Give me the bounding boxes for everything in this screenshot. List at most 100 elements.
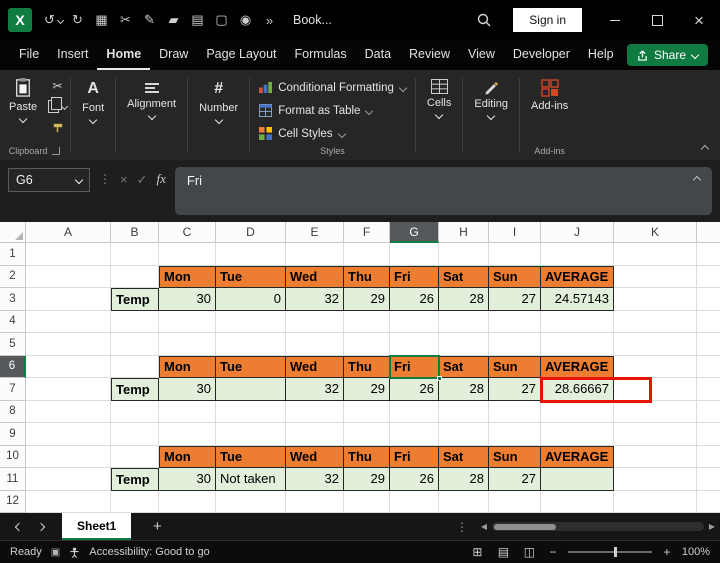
cell-H9[interactable] xyxy=(439,423,489,446)
cell-H10[interactable]: Sat xyxy=(439,445,489,468)
row-header-9[interactable]: 9 xyxy=(0,423,26,446)
cell-A6[interactable] xyxy=(26,355,111,378)
cell-A1[interactable] xyxy=(26,243,111,266)
cell-G3[interactable]: 26 xyxy=(390,288,439,311)
formula-input[interactable]: Fri xyxy=(174,167,712,215)
insert-function-icon[interactable]: fx xyxy=(157,171,166,187)
cell-I4[interactable] xyxy=(489,310,541,333)
cell-I5[interactable] xyxy=(489,333,541,356)
cell-F2[interactable]: Thu xyxy=(344,265,390,288)
cell-D4[interactable] xyxy=(216,310,286,333)
cell-C2[interactable]: Mon xyxy=(159,265,216,288)
cell-C6[interactable]: Mon xyxy=(159,355,216,378)
column-header-J[interactable]: J xyxy=(541,222,614,243)
cell-E6[interactable]: Wed xyxy=(286,355,344,378)
sheet-nav-right-icon[interactable] xyxy=(30,522,52,531)
cell-D10[interactable]: Tue xyxy=(216,445,286,468)
cell-K10[interactable] xyxy=(614,445,697,468)
cell-I6[interactable]: Sun xyxy=(489,355,541,378)
column-header-D[interactable]: D xyxy=(216,222,286,243)
cell-E9[interactable] xyxy=(286,423,344,446)
cell-F5[interactable] xyxy=(344,333,390,356)
page-layout-view-icon[interactable]: ▤ xyxy=(495,545,512,559)
horizontal-scrollbar-thumb[interactable] xyxy=(494,523,556,530)
name-box[interactable]: G6 xyxy=(8,168,90,192)
row-header-6[interactable]: 6 xyxy=(0,355,26,378)
cell-G6[interactable]: Fri xyxy=(390,355,439,378)
hscroll-right-arrow[interactable]: ▶ xyxy=(704,522,720,531)
cell-G10[interactable]: Fri xyxy=(390,445,439,468)
conditional-formatting-button[interactable]: Conditional Formatting xyxy=(259,77,408,98)
paste-button[interactable]: Paste xyxy=(2,75,44,124)
menu-tab-home[interactable]: Home xyxy=(97,40,151,70)
cell-G7[interactable]: 26 xyxy=(390,378,439,401)
cell-J7[interactable]: 28.66667 xyxy=(541,378,614,401)
cell-H6[interactable]: Sat xyxy=(439,355,489,378)
cell-G2[interactable]: Fri xyxy=(390,265,439,288)
cell-I11[interactable]: 27 xyxy=(489,468,541,491)
cell-C10[interactable]: Mon xyxy=(159,445,216,468)
horizontal-scrollbar[interactable] xyxy=(492,522,704,531)
cell-F11[interactable]: 29 xyxy=(344,468,390,491)
font-group-button[interactable]: A Font xyxy=(74,75,112,127)
row-header-2[interactable]: 2 xyxy=(0,265,26,288)
cell-G11[interactable]: 26 xyxy=(390,468,439,491)
cell-K9[interactable] xyxy=(614,423,697,446)
cell-E10[interactable]: Wed xyxy=(286,445,344,468)
cell-A7[interactable] xyxy=(26,378,111,401)
cell-A11[interactable] xyxy=(26,468,111,491)
cell-H11[interactable]: 28 xyxy=(439,468,489,491)
format-painter-button[interactable] xyxy=(52,121,64,134)
cell-E1[interactable] xyxy=(286,243,344,266)
cell-D7[interactable] xyxy=(216,378,286,401)
cell-C4[interactable] xyxy=(159,310,216,333)
cell-styles-button[interactable]: Cell Styles xyxy=(259,123,346,144)
cell-B9[interactable] xyxy=(111,423,159,446)
copy-button[interactable] xyxy=(48,97,69,113)
close-button[interactable]: × xyxy=(678,0,720,40)
cell-A10[interactable] xyxy=(26,445,111,468)
row-header-8[interactable]: 8 xyxy=(0,400,26,423)
cell-G8[interactable] xyxy=(390,400,439,423)
format-as-table-button[interactable]: Format as Table xyxy=(259,100,374,121)
cell-I3[interactable]: 27 xyxy=(489,288,541,311)
cell-C1[interactable] xyxy=(159,243,216,266)
cell-F10[interactable]: Thu xyxy=(344,445,390,468)
name-box-splitter[interactable]: ⋮ xyxy=(99,172,111,186)
cell-B11[interactable]: Temp xyxy=(111,468,159,491)
cell-B7[interactable]: Temp xyxy=(111,378,159,401)
cells-group-button[interactable]: Cells xyxy=(419,75,459,122)
alignment-group-button[interactable]: Alignment xyxy=(119,75,184,123)
cell-A5[interactable] xyxy=(26,333,111,356)
cell-G1[interactable] xyxy=(390,243,439,266)
cell-J3[interactable]: 24.57143 xyxy=(541,288,614,311)
cell-F6[interactable]: Thu xyxy=(344,355,390,378)
cell-K5[interactable] xyxy=(614,333,697,356)
menu-tab-developer[interactable]: Developer xyxy=(504,40,579,70)
column-header-I[interactable]: I xyxy=(489,222,541,243)
column-header-A[interactable]: A xyxy=(26,222,111,243)
cell-J5[interactable] xyxy=(541,333,614,356)
cell-B10[interactable] xyxy=(111,445,159,468)
column-header-E[interactable]: E xyxy=(286,222,344,243)
accessibility-status[interactable]: Accessibility: Good to go xyxy=(89,546,209,558)
add-sheet-button[interactable]: + xyxy=(147,518,167,535)
print-icon[interactable]: ▤ xyxy=(186,8,209,32)
cell-F1[interactable] xyxy=(344,243,390,266)
row-header-5[interactable]: 5 xyxy=(0,333,26,356)
cell-A8[interactable] xyxy=(26,400,111,423)
cell-C7[interactable]: 30 xyxy=(159,378,216,401)
cell-E12[interactable] xyxy=(286,490,344,513)
cell-F9[interactable] xyxy=(344,423,390,446)
overflow-icon[interactable]: » xyxy=(258,8,281,32)
cell-I2[interactable]: Sun xyxy=(489,265,541,288)
cell-H4[interactable] xyxy=(439,310,489,333)
macro-record-icon[interactable]: ▣ xyxy=(51,547,60,558)
zoom-level[interactable]: 100% xyxy=(682,546,710,558)
collapse-ribbon-icon[interactable] xyxy=(700,144,710,154)
cell-I12[interactable] xyxy=(489,490,541,513)
cell-C5[interactable] xyxy=(159,333,216,356)
share-button[interactable]: Share xyxy=(626,44,708,66)
cell-K2[interactable] xyxy=(614,265,697,288)
menu-tab-draw[interactable]: Draw xyxy=(150,40,197,70)
